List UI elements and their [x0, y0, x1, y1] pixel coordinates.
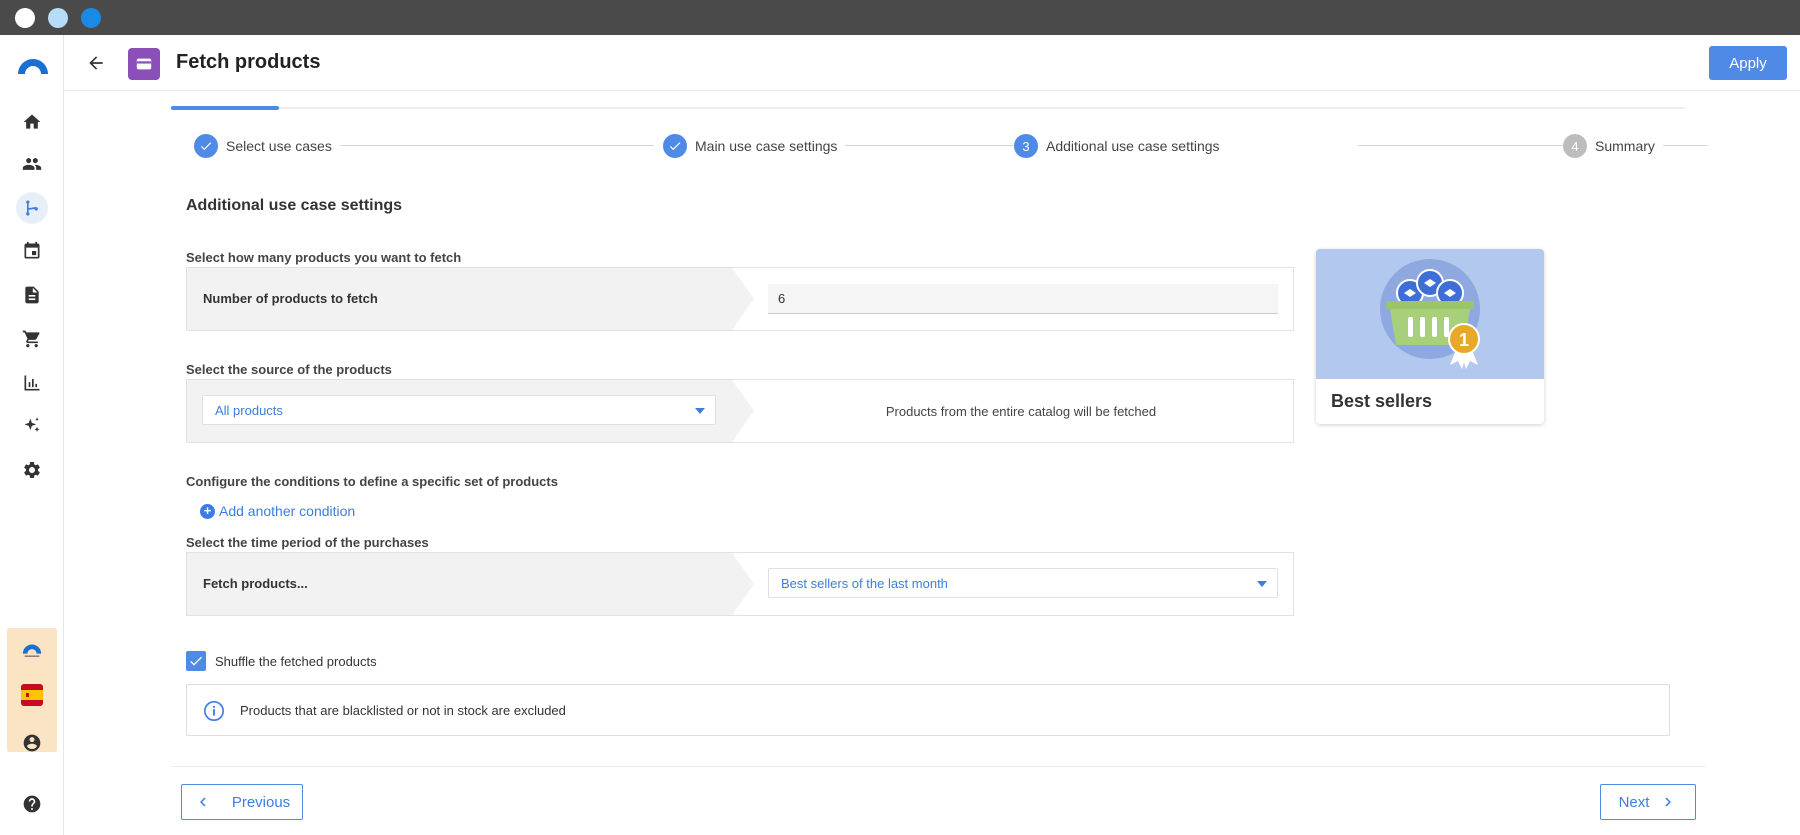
step-number: 4: [1563, 134, 1587, 158]
step-connector: [339, 145, 654, 146]
sidebar-item-analytics[interactable]: [16, 367, 48, 399]
page-header: Fetch products Apply: [64, 35, 1800, 91]
source-select[interactable]: All products: [202, 395, 716, 425]
back-button[interactable]: [84, 51, 108, 75]
bar-chart-icon: [24, 375, 40, 391]
help-icon: [23, 795, 41, 813]
count-label: Number of products to fetch: [203, 291, 378, 306]
step-label: Additional use case settings: [1046, 138, 1220, 154]
period-select[interactable]: Best sellers of the last month: [768, 568, 1278, 598]
sidebar-item-automation[interactable]: [16, 192, 48, 224]
shopping-cart-icon: [22, 330, 40, 348]
count-row: Number of products to fetch: [186, 267, 1294, 331]
people-icon: [22, 158, 42, 170]
check-icon: [194, 134, 218, 158]
sidebar-item-account[interactable]: [16, 727, 48, 759]
add-condition-label: Add another condition: [219, 503, 356, 519]
chevron-down-icon: [695, 408, 705, 414]
count-input[interactable]: [768, 284, 1278, 314]
period-select-value: Best sellers of the last month: [781, 576, 948, 591]
next-button[interactable]: Next: [1600, 784, 1696, 820]
tab-indicator-active: [171, 106, 279, 110]
medal-number: 1: [1459, 330, 1469, 350]
step-number: 3: [1014, 134, 1038, 158]
gear-icon: [24, 462, 40, 478]
source-select-value: All products: [215, 403, 283, 418]
brand-logo-icon[interactable]: [16, 53, 50, 75]
check-icon: [190, 656, 202, 666]
count-question: Select how many products you want to fet…: [186, 250, 462, 265]
sidebar-item-ai[interactable]: [16, 410, 48, 442]
chevron-down-icon: [1257, 581, 1267, 587]
add-condition-button[interactable]: + Add another condition: [200, 503, 355, 519]
spain-flag-icon: [21, 684, 43, 706]
previous-label: Previous: [231, 793, 291, 811]
sparkles-icon: [24, 417, 40, 432]
sidebar-item-contacts[interactable]: [16, 148, 48, 180]
next-label: Next: [1618, 793, 1650, 811]
step-label: Select use cases: [226, 138, 332, 154]
info-text: Products that are blacklisted or not in …: [240, 703, 566, 718]
source-description: Products from the entire catalog will be…: [885, 404, 1157, 419]
home-icon: [23, 114, 41, 129]
shuffle-label: Shuffle the fetched products: [215, 653, 377, 669]
sidebar-item-ecommerce[interactable]: [16, 323, 48, 355]
period-label: Fetch products...: [203, 576, 308, 591]
shuffle-option: Shuffle the fetched products: [186, 651, 377, 671]
info-icon: [204, 701, 224, 721]
step-additional-settings[interactable]: 3 Additional use case settings: [1014, 134, 1228, 158]
period-row: Fetch products... Best sellers of the la…: [186, 552, 1294, 616]
sidebar-item-home[interactable]: [16, 106, 48, 138]
user-circle-icon: [23, 734, 41, 752]
chevron-right-icon: [1665, 797, 1672, 807]
basket-medal-icon: 1: [1380, 259, 1480, 369]
source-question: Select the source of the products: [186, 362, 392, 377]
use-case-card[interactable]: 1 Best sellers: [1316, 249, 1544, 424]
window-close-button[interactable]: [15, 8, 35, 28]
card-title: Best sellers: [1331, 391, 1433, 411]
apply-button[interactable]: Apply: [1709, 46, 1787, 80]
plus-circle-icon: +: [200, 503, 215, 519]
step-summary[interactable]: 4 Summary: [1563, 134, 1663, 158]
sidebar-item-documents[interactable]: [16, 279, 48, 311]
window-maximize-button[interactable]: [81, 8, 101, 28]
footer-divider: [171, 766, 1706, 767]
row-arrow: [732, 553, 754, 615]
app-icon: [128, 48, 160, 80]
tenant-logo-icon: [20, 638, 44, 662]
tab-indicator-track: [171, 106, 1685, 110]
step-main-settings[interactable]: Main use case settings: [663, 134, 846, 158]
sidebar-item-help[interactable]: [16, 788, 48, 820]
window-titlebar: [0, 0, 1800, 35]
info-notice: Products that are blacklisted or not in …: [186, 684, 1670, 736]
arrow-left-icon: [89, 56, 103, 70]
page-title: Fetch products: [176, 51, 321, 73]
shuffle-checkbox[interactable]: [186, 651, 206, 671]
flow-branch-icon: [26, 200, 38, 216]
conditions-question: Configure the conditions to define a spe…: [186, 474, 558, 489]
source-row: All products Products from the entire ca…: [186, 379, 1294, 443]
best-sellers-illustration: 1: [1316, 249, 1544, 379]
row-arrow: [732, 268, 754, 330]
sidebar: [0, 35, 64, 835]
document-icon: [25, 286, 39, 304]
calendar-icon: [24, 241, 40, 259]
check-icon: [663, 134, 687, 158]
previous-button[interactable]: Previous: [181, 784, 303, 820]
section-title: Additional use case settings: [186, 197, 403, 214]
chevron-left-icon: [199, 797, 206, 807]
stepper: Select use cases Main use case settings …: [194, 134, 1708, 158]
step-label: Summary: [1595, 138, 1655, 154]
period-question: Select the time period of the purchases: [186, 535, 429, 550]
sidebar-item-settings[interactable]: [16, 454, 48, 486]
sidebar-item-calendar[interactable]: [16, 235, 48, 267]
step-select-use-cases[interactable]: Select use cases: [194, 134, 340, 158]
window-minimize-button[interactable]: [48, 8, 68, 28]
step-label: Main use case settings: [695, 138, 838, 154]
card-icon: [136, 58, 152, 70]
